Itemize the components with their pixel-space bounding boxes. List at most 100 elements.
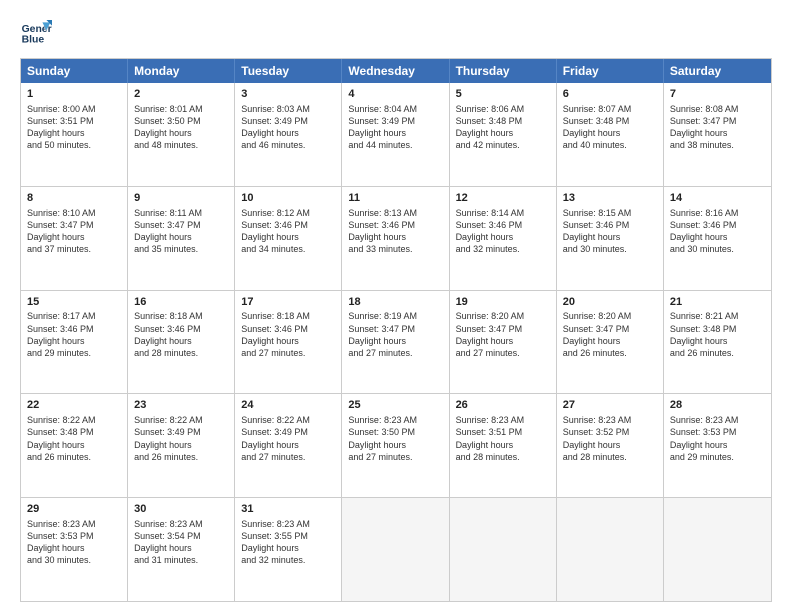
cal-cell: 5Sunrise: 8:06 AMSunset: 3:48 PMDaylight…: [450, 83, 557, 186]
cal-cell: 12Sunrise: 8:14 AMSunset: 3:46 PMDayligh…: [450, 187, 557, 290]
day-number: 29: [27, 502, 121, 517]
cal-row-2: 8Sunrise: 8:10 AMSunset: 3:47 PMDaylight…: [21, 186, 771, 290]
day-number: 23: [134, 398, 228, 413]
logo-icon: General Blue: [20, 16, 52, 48]
cal-cell: 15Sunrise: 8:17 AMSunset: 3:46 PMDayligh…: [21, 291, 128, 394]
day-info: Sunrise: 8:03 AMSunset: 3:49 PMDaylight …: [241, 103, 335, 152]
cal-cell: 21Sunrise: 8:21 AMSunset: 3:48 PMDayligh…: [664, 291, 771, 394]
cal-cell: 9Sunrise: 8:11 AMSunset: 3:47 PMDaylight…: [128, 187, 235, 290]
day-info: Sunrise: 8:22 AMSunset: 3:49 PMDaylight …: [134, 414, 228, 463]
day-info: Sunrise: 8:20 AMSunset: 3:47 PMDaylight …: [456, 310, 550, 359]
day-number: 18: [348, 295, 442, 310]
cal-cell: 23Sunrise: 8:22 AMSunset: 3:49 PMDayligh…: [128, 394, 235, 497]
day-number: 2: [134, 87, 228, 102]
day-info: Sunrise: 8:23 AMSunset: 3:54 PMDaylight …: [134, 518, 228, 567]
day-info: Sunrise: 8:14 AMSunset: 3:46 PMDaylight …: [456, 207, 550, 256]
cal-cell: [664, 498, 771, 601]
day-info: Sunrise: 8:11 AMSunset: 3:47 PMDaylight …: [134, 207, 228, 256]
day-number: 24: [241, 398, 335, 413]
day-number: 3: [241, 87, 335, 102]
cal-cell: [450, 498, 557, 601]
day-number: 30: [134, 502, 228, 517]
day-info: Sunrise: 8:22 AMSunset: 3:48 PMDaylight …: [27, 414, 121, 463]
day-number: 5: [456, 87, 550, 102]
header-day-saturday: Saturday: [664, 59, 771, 83]
cal-cell: 25Sunrise: 8:23 AMSunset: 3:50 PMDayligh…: [342, 394, 449, 497]
day-number: 27: [563, 398, 657, 413]
cal-cell: 3Sunrise: 8:03 AMSunset: 3:49 PMDaylight…: [235, 83, 342, 186]
day-number: 22: [27, 398, 121, 413]
cal-cell: 30Sunrise: 8:23 AMSunset: 3:54 PMDayligh…: [128, 498, 235, 601]
cal-cell: 16Sunrise: 8:18 AMSunset: 3:46 PMDayligh…: [128, 291, 235, 394]
header-day-monday: Monday: [128, 59, 235, 83]
cal-cell: 31Sunrise: 8:23 AMSunset: 3:55 PMDayligh…: [235, 498, 342, 601]
day-number: 28: [670, 398, 765, 413]
day-info: Sunrise: 8:18 AMSunset: 3:46 PMDaylight …: [134, 310, 228, 359]
header-day-thursday: Thursday: [450, 59, 557, 83]
day-number: 11: [348, 191, 442, 206]
cal-cell: [342, 498, 449, 601]
cal-cell: [557, 498, 664, 601]
day-number: 12: [456, 191, 550, 206]
day-info: Sunrise: 8:13 AMSunset: 3:46 PMDaylight …: [348, 207, 442, 256]
cal-row-4: 22Sunrise: 8:22 AMSunset: 3:48 PMDayligh…: [21, 393, 771, 497]
cal-cell: 18Sunrise: 8:19 AMSunset: 3:47 PMDayligh…: [342, 291, 449, 394]
day-number: 1: [27, 87, 121, 102]
day-info: Sunrise: 8:12 AMSunset: 3:46 PMDaylight …: [241, 207, 335, 256]
cal-cell: 6Sunrise: 8:07 AMSunset: 3:48 PMDaylight…: [557, 83, 664, 186]
cal-cell: 28Sunrise: 8:23 AMSunset: 3:53 PMDayligh…: [664, 394, 771, 497]
cal-row-1: 1Sunrise: 8:00 AMSunset: 3:51 PMDaylight…: [21, 83, 771, 186]
day-number: 14: [670, 191, 765, 206]
day-info: Sunrise: 8:06 AMSunset: 3:48 PMDaylight …: [456, 103, 550, 152]
day-number: 8: [27, 191, 121, 206]
day-info: Sunrise: 8:20 AMSunset: 3:47 PMDaylight …: [563, 310, 657, 359]
day-info: Sunrise: 8:18 AMSunset: 3:46 PMDaylight …: [241, 310, 335, 359]
day-info: Sunrise: 8:08 AMSunset: 3:47 PMDaylight …: [670, 103, 765, 152]
day-info: Sunrise: 8:19 AMSunset: 3:47 PMDaylight …: [348, 310, 442, 359]
day-number: 7: [670, 87, 765, 102]
day-info: Sunrise: 8:07 AMSunset: 3:48 PMDaylight …: [563, 103, 657, 152]
day-info: Sunrise: 8:23 AMSunset: 3:51 PMDaylight …: [456, 414, 550, 463]
calendar: SundayMondayTuesdayWednesdayThursdayFrid…: [20, 58, 772, 602]
day-info: Sunrise: 8:17 AMSunset: 3:46 PMDaylight …: [27, 310, 121, 359]
logo: General Blue: [20, 16, 56, 48]
day-number: 21: [670, 295, 765, 310]
day-info: Sunrise: 8:10 AMSunset: 3:47 PMDaylight …: [27, 207, 121, 256]
day-number: 26: [456, 398, 550, 413]
day-number: 10: [241, 191, 335, 206]
cal-cell: 1Sunrise: 8:00 AMSunset: 3:51 PMDaylight…: [21, 83, 128, 186]
day-info: Sunrise: 8:22 AMSunset: 3:49 PMDaylight …: [241, 414, 335, 463]
day-number: 9: [134, 191, 228, 206]
page: General Blue SundayMondayTuesdayWednesda…: [0, 0, 792, 612]
cal-cell: 13Sunrise: 8:15 AMSunset: 3:46 PMDayligh…: [557, 187, 664, 290]
day-number: 15: [27, 295, 121, 310]
day-info: Sunrise: 8:00 AMSunset: 3:51 PMDaylight …: [27, 103, 121, 152]
day-info: Sunrise: 8:04 AMSunset: 3:49 PMDaylight …: [348, 103, 442, 152]
day-number: 31: [241, 502, 335, 517]
day-info: Sunrise: 8:15 AMSunset: 3:46 PMDaylight …: [563, 207, 657, 256]
cal-cell: 8Sunrise: 8:10 AMSunset: 3:47 PMDaylight…: [21, 187, 128, 290]
cal-cell: 10Sunrise: 8:12 AMSunset: 3:46 PMDayligh…: [235, 187, 342, 290]
day-number: 6: [563, 87, 657, 102]
day-info: Sunrise: 8:23 AMSunset: 3:53 PMDaylight …: [670, 414, 765, 463]
cal-cell: 11Sunrise: 8:13 AMSunset: 3:46 PMDayligh…: [342, 187, 449, 290]
cal-row-5: 29Sunrise: 8:23 AMSunset: 3:53 PMDayligh…: [21, 497, 771, 601]
svg-text:Blue: Blue: [22, 34, 45, 45]
header-day-sunday: Sunday: [21, 59, 128, 83]
day-info: Sunrise: 8:16 AMSunset: 3:46 PMDaylight …: [670, 207, 765, 256]
day-number: 13: [563, 191, 657, 206]
day-number: 20: [563, 295, 657, 310]
day-info: Sunrise: 8:23 AMSunset: 3:50 PMDaylight …: [348, 414, 442, 463]
calendar-header: SundayMondayTuesdayWednesdayThursdayFrid…: [21, 59, 771, 83]
cal-cell: 4Sunrise: 8:04 AMSunset: 3:49 PMDaylight…: [342, 83, 449, 186]
cal-cell: 24Sunrise: 8:22 AMSunset: 3:49 PMDayligh…: [235, 394, 342, 497]
day-number: 19: [456, 295, 550, 310]
day-info: Sunrise: 8:23 AMSunset: 3:52 PMDaylight …: [563, 414, 657, 463]
cal-row-3: 15Sunrise: 8:17 AMSunset: 3:46 PMDayligh…: [21, 290, 771, 394]
header-day-wednesday: Wednesday: [342, 59, 449, 83]
cal-cell: 29Sunrise: 8:23 AMSunset: 3:53 PMDayligh…: [21, 498, 128, 601]
cal-cell: 19Sunrise: 8:20 AMSunset: 3:47 PMDayligh…: [450, 291, 557, 394]
header-day-friday: Friday: [557, 59, 664, 83]
day-info: Sunrise: 8:23 AMSunset: 3:53 PMDaylight …: [27, 518, 121, 567]
header-day-tuesday: Tuesday: [235, 59, 342, 83]
